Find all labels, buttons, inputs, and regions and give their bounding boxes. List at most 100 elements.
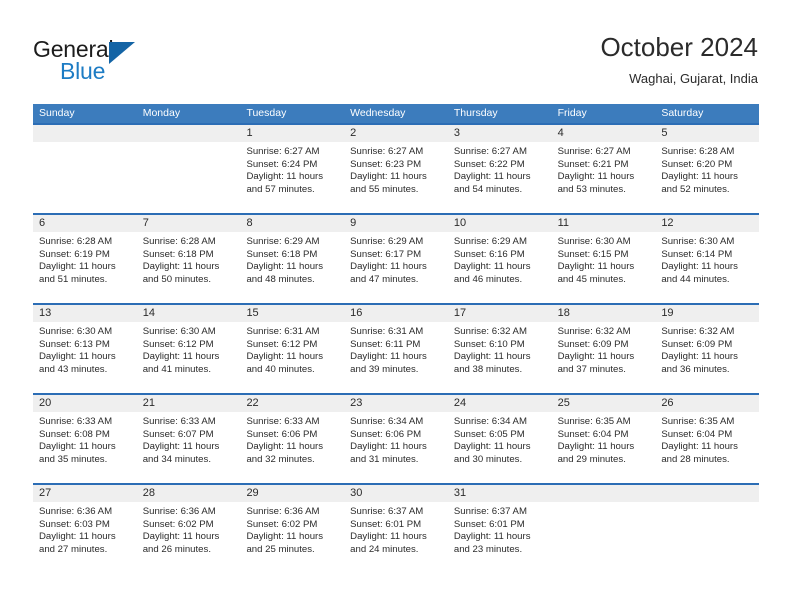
sunrise-text: Sunrise: 6:37 AM [350, 506, 424, 517]
weekday-header-wednesday: Wednesday [350, 107, 406, 119]
day-number: 29 [246, 487, 259, 499]
day-number: 4 [557, 127, 564, 139]
daylight-text-line1: Daylight: 11 hours [39, 531, 116, 543]
day-cell[interactable]: 6 Sunrise: 6:28 AM Sunset: 6:19 PM Daylight… [33, 215, 137, 303]
daylight-text-line2: and 47 minutes. [350, 273, 419, 285]
daylight-text-line2: and 38 minutes. [453, 363, 523, 375]
day-number-band: 6 [33, 215, 137, 232]
day-number: 21 [142, 397, 155, 409]
day-number-band [655, 485, 760, 502]
daylight-text-line1: Daylight: 11 hours [453, 261, 531, 273]
day-cell[interactable]: 7 Sunrise: 6:28 AM Sunset: 6:18 PM Daylight… [136, 215, 241, 303]
day-cell[interactable]: 13 Sunrise: 6:30 AM Sunset: 6:13 PM Dayligh… [33, 305, 137, 393]
day-details: Sunrise: 6:32 AM Sunset: 6:09 PM Daylight:… [655, 322, 759, 376]
day-number-band: 19 [655, 305, 760, 322]
day-cell[interactable]: 14 Sunrise: 6:30 AM Sunset: 6:12 PM Dayligh… [136, 305, 241, 393]
day-number: 25 [557, 397, 570, 409]
sunrise-text: Sunrise: 6:30 AM [661, 236, 735, 247]
day-number-band: 14 [136, 305, 241, 322]
daylight-text-line2: and 34 minutes. [142, 453, 211, 465]
daylight-text-line2: and 29 minutes. [557, 453, 626, 465]
daylight-text-line2: and 50 minutes. [142, 273, 211, 285]
sunset-text: Sunset: 6:01 PM [350, 518, 422, 530]
day-number: 1 [246, 127, 253, 139]
day-details: Sunrise: 6:36 AM Sunset: 6:02 PM Daylight:… [240, 502, 344, 556]
day-cell[interactable]: 30 Sunrise: 6:37 AM Sunset: 6:01 PM Dayligh… [344, 485, 448, 573]
day-cell[interactable]: 19 Sunrise: 6:32 AM Sunset: 6:09 PM Dayligh… [655, 305, 760, 393]
day-number-band: 8 [240, 215, 345, 232]
daylight-text-line1: Daylight: 11 hours [246, 351, 324, 363]
daylight-text-line2: and 37 minutes. [557, 363, 626, 375]
day-cell[interactable]: 29 Sunrise: 6:36 AM Sunset: 6:02 PM Dayligh… [240, 485, 345, 573]
daylight-text-line2: and 36 minutes. [661, 363, 730, 375]
day-cell[interactable]: 23 Sunrise: 6:34 AM Sunset: 6:06 PM Dayligh… [344, 395, 448, 483]
day-number: 23 [350, 397, 363, 409]
day-details: Sunrise: 6:32 AM Sunset: 6:09 PM Daylight:… [552, 322, 656, 376]
day-cell[interactable]: 20 Sunrise: 6:33 AM Sunset: 6:08 PM Dayligh… [33, 395, 137, 483]
day-details: Sunrise: 6:36 AM Sunset: 6:02 PM Daylight:… [137, 502, 241, 556]
day-number-band: 5 [655, 125, 760, 142]
sunset-text: Sunset: 6:05 PM [453, 428, 525, 440]
day-number-band: 30 [344, 485, 448, 502]
weekday-header-friday: Friday [557, 107, 587, 119]
sunset-text: Sunset: 6:20 PM [661, 158, 733, 170]
day-cell[interactable]: 22 Sunrise: 6:33 AM Sunset: 6:06 PM Dayligh… [240, 395, 345, 483]
day-number: 2 [350, 127, 357, 139]
daylight-text-line2: and 39 minutes. [350, 363, 419, 375]
daylight-text-line2: and 30 minutes. [453, 453, 523, 465]
daylight-text-line2: and 31 minutes. [350, 453, 419, 465]
day-cell[interactable]: 1 Sunrise: 6:27 AM Sunset: 6:24 PM Daylight… [240, 125, 345, 213]
sunset-text: Sunset: 6:12 PM [246, 338, 318, 350]
day-cell[interactable]: 2 Sunrise: 6:27 AM Sunset: 6:23 PM Daylight… [344, 125, 448, 213]
day-cell[interactable]: 31 Sunrise: 6:37 AM Sunset: 6:01 PM Dayligh… [447, 485, 552, 573]
day-cell[interactable]: 12 Sunrise: 6:30 AM Sunset: 6:14 PM Dayligh… [655, 215, 760, 303]
day-number: 19 [661, 307, 674, 319]
day-cell[interactable]: 27 Sunrise: 6:36 AM Sunset: 6:03 PM Dayligh… [33, 485, 137, 573]
day-cell[interactable]: 16 Sunrise: 6:31 AM Sunset: 6:11 PM Dayligh… [344, 305, 448, 393]
day-cell[interactable]: 28 Sunrise: 6:36 AM Sunset: 6:02 PM Dayligh… [136, 485, 241, 573]
sunset-text: Sunset: 6:17 PM [350, 248, 422, 260]
day-cell[interactable]: 25 Sunrise: 6:35 AM Sunset: 6:04 PM Dayligh… [551, 395, 656, 483]
sunset-text: Sunset: 6:06 PM [246, 428, 318, 440]
daylight-text-line2: and 45 minutes. [557, 273, 626, 285]
daylight-text-line1: Daylight: 11 hours [557, 171, 635, 183]
day-cell[interactable]: 4 Sunrise: 6:27 AM Sunset: 6:21 PM Daylight… [551, 125, 656, 213]
day-number: 18 [557, 307, 570, 319]
daylight-text-line1: Daylight: 11 hours [39, 261, 116, 273]
day-cell[interactable]: 9 Sunrise: 6:29 AM Sunset: 6:17 PM Daylight… [344, 215, 448, 303]
day-cell[interactable]: 3 Sunrise: 6:27 AM Sunset: 6:22 PM Daylight… [447, 125, 552, 213]
day-details: Sunrise: 6:30 AM Sunset: 6:13 PM Daylight:… [33, 322, 137, 376]
day-number: 7 [142, 217, 149, 229]
day-details: Sunrise: 6:28 AM Sunset: 6:19 PM Daylight:… [33, 232, 137, 286]
day-cell[interactable]: 11 Sunrise: 6:30 AM Sunset: 6:15 PM Dayligh… [551, 215, 656, 303]
daylight-text-line1: Daylight: 11 hours [350, 171, 427, 183]
sunset-text: Sunset: 6:22 PM [453, 158, 525, 170]
day-number: 10 [453, 217, 467, 229]
day-cell[interactable]: 18 Sunrise: 6:32 AM Sunset: 6:09 PM Dayligh… [551, 305, 656, 393]
day-cell[interactable]: 10 Sunrise: 6:29 AM Sunset: 6:16 PM Dayligh… [447, 215, 552, 303]
daylight-text-line1: Daylight: 11 hours [453, 171, 531, 183]
day-cell[interactable]: 5 Sunrise: 6:28 AM Sunset: 6:20 PM Daylight… [655, 125, 760, 213]
daylight-text-line1: Daylight: 11 hours [246, 531, 324, 543]
day-cell[interactable]: 21 Sunrise: 6:33 AM Sunset: 6:07 PM Dayligh… [136, 395, 241, 483]
day-cell[interactable]: 17 Sunrise: 6:32 AM Sunset: 6:10 PM Dayligh… [447, 305, 552, 393]
day-number-band: 15 [240, 305, 345, 322]
day-cell[interactable]: 15 Sunrise: 6:31 AM Sunset: 6:12 PM Dayligh… [240, 305, 345, 393]
day-cell[interactable]: 8 Sunrise: 6:29 AM Sunset: 6:18 PM Daylight… [240, 215, 345, 303]
day-cell-empty [136, 125, 241, 213]
page-subtitle: Waghai, Gujarat, India [629, 71, 758, 86]
day-number: 26 [661, 397, 674, 409]
day-cell[interactable]: 24 Sunrise: 6:34 AM Sunset: 6:05 PM Dayligh… [447, 395, 552, 483]
sunset-text: Sunset: 6:16 PM [453, 248, 525, 260]
day-number-band: 24 [447, 395, 552, 412]
sunrise-text: Sunrise: 6:32 AM [453, 326, 527, 337]
sunset-text: Sunset: 6:02 PM [142, 518, 214, 530]
daylight-text-line2: and 51 minutes. [39, 273, 108, 285]
day-cell[interactable]: 26 Sunrise: 6:35 AM Sunset: 6:04 PM Dayligh… [655, 395, 760, 483]
sunset-text: Sunset: 6:24 PM [246, 158, 318, 170]
sunset-text: Sunset: 6:03 PM [39, 518, 110, 530]
day-cell-empty [33, 125, 137, 213]
general-blue-logo[interactable]: General Blue [33, 36, 213, 88]
day-number: 14 [142, 307, 155, 319]
triangle-flag-icon [109, 42, 135, 64]
